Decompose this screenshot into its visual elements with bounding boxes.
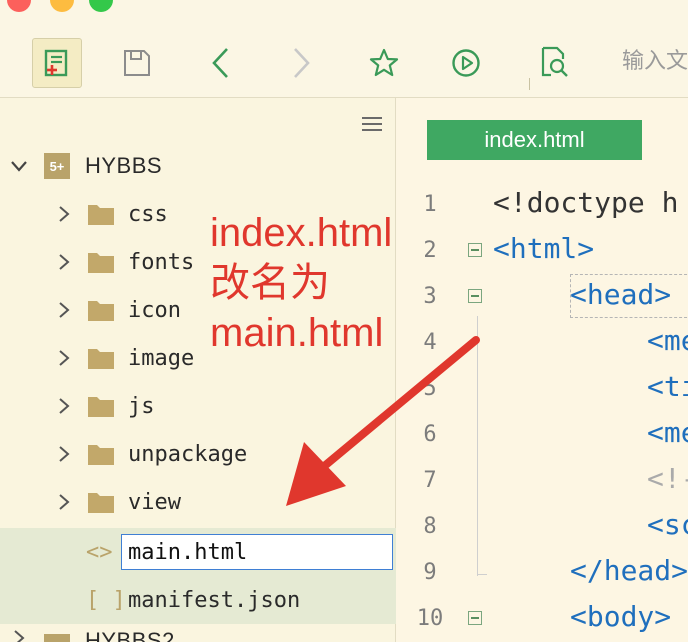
window-maximize-button[interactable] [89,0,113,12]
project-name: HYBBS2 [85,628,175,642]
code-line: 5 <ti [397,366,688,412]
chevron-right-icon[interactable] [54,252,74,272]
code-line: 7 <!- [397,458,688,504]
code-text: <sc [647,508,688,541]
play-icon [452,49,480,77]
hamburger-menu-icon [362,117,382,131]
folder-label: image [128,345,195,371]
window-close-button[interactable] [7,0,31,12]
folder-label: js [128,393,155,419]
preview-button[interactable] [534,42,574,82]
code-text: <head> [570,278,672,311]
window-minimize-button[interactable] [50,0,74,12]
toolbar [0,0,688,98]
tree-folder-view[interactable]: view [0,478,396,526]
search-input[interactable] [600,44,688,78]
forward-button[interactable] [282,44,320,82]
project-explorer: 5+ HYBBS css fonts icon image js unpacka… [0,98,396,642]
back-button[interactable] [202,44,240,82]
folder-label: icon [128,297,181,323]
new-file-button[interactable] [32,38,82,88]
save-button[interactable] [118,44,156,82]
tree-file-manifest-json[interactable]: [ ] manifest.json [0,576,396,624]
tree-folder-unpackage[interactable]: unpackage [0,430,396,478]
line-number: 6 [423,422,437,447]
annotation-text: index.html 改名为 main.html [210,208,450,358]
folder-label: view [128,489,181,515]
code-editor[interactable]: index.html 1 <!doctype h 2 <html> 3 <hea… [397,98,688,642]
chevron-right-icon[interactable] [54,396,74,416]
toolbar-divider [529,78,530,90]
chevron-right-icon[interactable] [9,628,29,642]
project-icon [44,634,70,642]
chevron-right-icon[interactable] [54,444,74,464]
save-icon [124,50,150,76]
folder-icon [88,397,114,417]
folder-label: css [128,201,168,227]
code-line: 8 <sc [397,504,688,550]
code-text: <me [647,416,688,449]
code-line: 6 <me [397,412,688,458]
code-text: <!doctype h [493,186,679,219]
chevron-down-icon[interactable] [9,156,29,176]
tree-project-hybbs[interactable]: 5+ HYBBS [0,142,396,190]
code-line: 9 </head> [397,550,688,596]
preview-search-icon [541,46,568,77]
favorite-button[interactable] [364,44,404,82]
new-file-icon [44,49,68,77]
folder-label: fonts [128,249,195,275]
folder-icon [88,445,114,465]
run-button[interactable] [446,44,486,82]
line-number: 8 [423,514,437,539]
project-icon: 5+ [44,153,70,179]
folder-icon [88,205,114,225]
code-text: <html> [493,232,595,265]
project-name: HYBBS [85,153,163,178]
annotation-line: index.html [210,211,393,255]
line-number: 9 [423,560,437,585]
fold-toggle[interactable] [468,611,482,625]
star-icon [369,48,399,77]
folder-label: unpackage [128,441,248,467]
fold-toggle[interactable] [468,289,482,303]
code-text: <me [647,324,688,357]
code-text: <ti [647,370,688,403]
chevron-right-icon[interactable] [54,204,74,224]
chevron-right-icon [294,48,310,78]
folder-icon [88,493,114,513]
annotation-line: main.html [210,311,384,355]
line-number: 5 [423,376,437,401]
project-badge: 5+ [49,158,65,174]
json-file-icon: [ ] [86,587,126,613]
tab-label: index.html [484,127,585,152]
chevron-right-icon[interactable] [54,348,74,368]
chevron-right-icon[interactable] [54,492,74,512]
code-text: </head> [570,554,688,587]
fold-toggle[interactable] [468,243,482,257]
tree-project-hybbs2[interactable]: HYBBS2 [0,624,396,642]
folder-icon [88,349,114,369]
code-text: <!- [647,462,688,495]
chevron-right-icon[interactable] [54,300,74,320]
tree-folder-js[interactable]: js [0,382,396,430]
line-number: 10 [416,606,444,631]
line-number: 7 [423,468,437,493]
chevron-left-icon [212,48,228,78]
tab-index-html[interactable]: index.html [427,120,642,160]
code-text: <body> [570,600,672,633]
code-line: 10 <body> [397,596,688,642]
annotation-line: 改名为 [210,261,330,305]
sidebar-menu-button[interactable] [360,114,384,134]
file-label: manifest.json [128,587,301,613]
folder-icon [88,301,114,321]
html-file-icon: <> [86,539,113,565]
folder-icon [88,253,114,273]
rename-input[interactable] [121,534,393,570]
